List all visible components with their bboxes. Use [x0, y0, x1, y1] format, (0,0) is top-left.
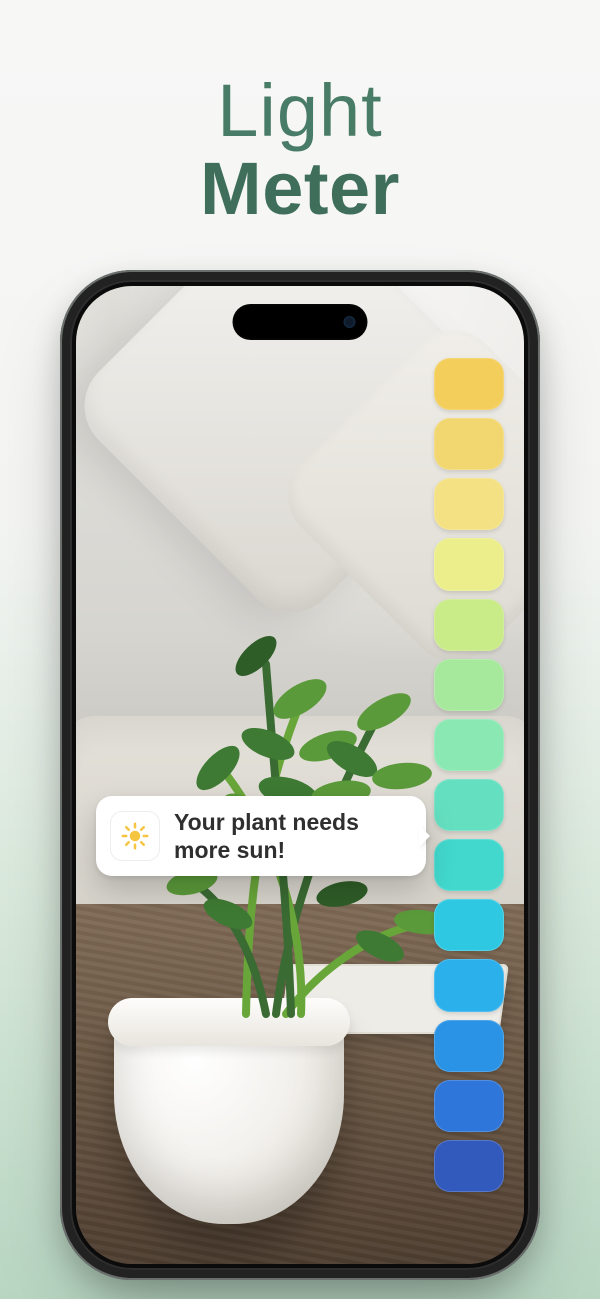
phone-screen: Your plant needs more sun! [76, 286, 524, 1264]
page-title: Light Meter [0, 0, 600, 227]
light-meter-swatch [434, 358, 504, 410]
light-meter-swatch [434, 779, 504, 831]
light-meter-swatch [434, 719, 504, 771]
light-meter-swatch [434, 1080, 504, 1132]
light-meter-swatch [434, 839, 504, 891]
title-line-2: Meter [0, 150, 600, 228]
light-tip-text: Your plant needs more sun! [174, 808, 412, 864]
title-line-1: Light [0, 72, 600, 150]
phone-mockup: Your plant needs more sun! [60, 270, 540, 1280]
dynamic-island [233, 304, 368, 340]
light-meter-swatch [434, 538, 504, 590]
light-meter-swatch [434, 959, 504, 1011]
phone-bezel: Your plant needs more sun! [70, 280, 530, 1270]
light-meter-swatch [434, 1020, 504, 1072]
light-meter-swatch [434, 478, 504, 530]
light-meter-swatch [434, 659, 504, 711]
light-meter-swatch [434, 599, 504, 651]
light-tip-bubble: Your plant needs more sun! [96, 796, 426, 876]
light-meter-scale [434, 358, 504, 1192]
light-meter-swatch [434, 899, 504, 951]
light-meter-swatch [434, 418, 504, 470]
light-meter-swatch [434, 1140, 504, 1192]
sun-icon [110, 811, 160, 861]
